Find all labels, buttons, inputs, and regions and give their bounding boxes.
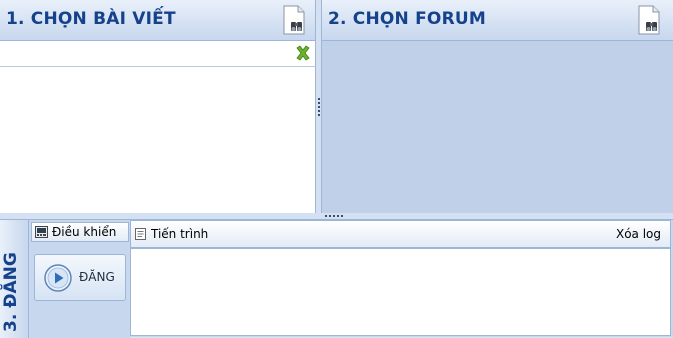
post-list[interactable] bbox=[0, 67, 315, 216]
select-forum-panel: 2. CHỌN FORUM bbox=[321, 0, 673, 213]
select-post-toolbar bbox=[0, 41, 315, 67]
post-step-panel: 3. ĐĂNG Điều khiển ĐĂNG Tiến trình Xóa l… bbox=[0, 219, 673, 338]
document-binoculars-icon[interactable] bbox=[633, 4, 665, 36]
forum-list[interactable] bbox=[322, 42, 673, 213]
clear-log-button[interactable]: Xóa log bbox=[616, 227, 661, 241]
control-section: Điều khiển ĐĂNG bbox=[29, 220, 130, 338]
progress-section: Tiến trình Xóa log bbox=[130, 220, 673, 338]
progress-tab-header: Tiến trình Xóa log bbox=[130, 220, 671, 248]
control-panel-icon bbox=[35, 226, 48, 238]
select-forum-title: 2. CHỌN FORUM bbox=[328, 9, 486, 29]
notepad-icon bbox=[135, 228, 146, 240]
select-post-title: 1. CHỌN BÀI VIẾT bbox=[6, 9, 176, 29]
post-button[interactable]: ĐĂNG bbox=[34, 254, 126, 301]
splitter-grip bbox=[325, 215, 343, 218]
control-tab-header: Điều khiển bbox=[31, 222, 129, 242]
select-post-header: 1. CHỌN BÀI VIẾT bbox=[0, 0, 315, 41]
clear-x-icon[interactable] bbox=[295, 45, 311, 61]
select-post-panel: 1. CHỌN BÀI VIẾT bbox=[0, 0, 316, 216]
progress-tab-label: Tiến trình bbox=[151, 227, 209, 241]
post-step-title: 3. ĐĂNG bbox=[1, 252, 21, 332]
post-step-title-bar: 3. ĐĂNG bbox=[0, 220, 29, 338]
document-binoculars-icon[interactable] bbox=[278, 4, 310, 36]
log-area[interactable] bbox=[130, 248, 671, 336]
play-icon bbox=[44, 264, 72, 292]
select-forum-header: 2. CHỌN FORUM bbox=[322, 0, 673, 41]
post-button-label: ĐĂNG bbox=[79, 270, 115, 284]
control-tab-label: Điều khiển bbox=[52, 225, 117, 239]
